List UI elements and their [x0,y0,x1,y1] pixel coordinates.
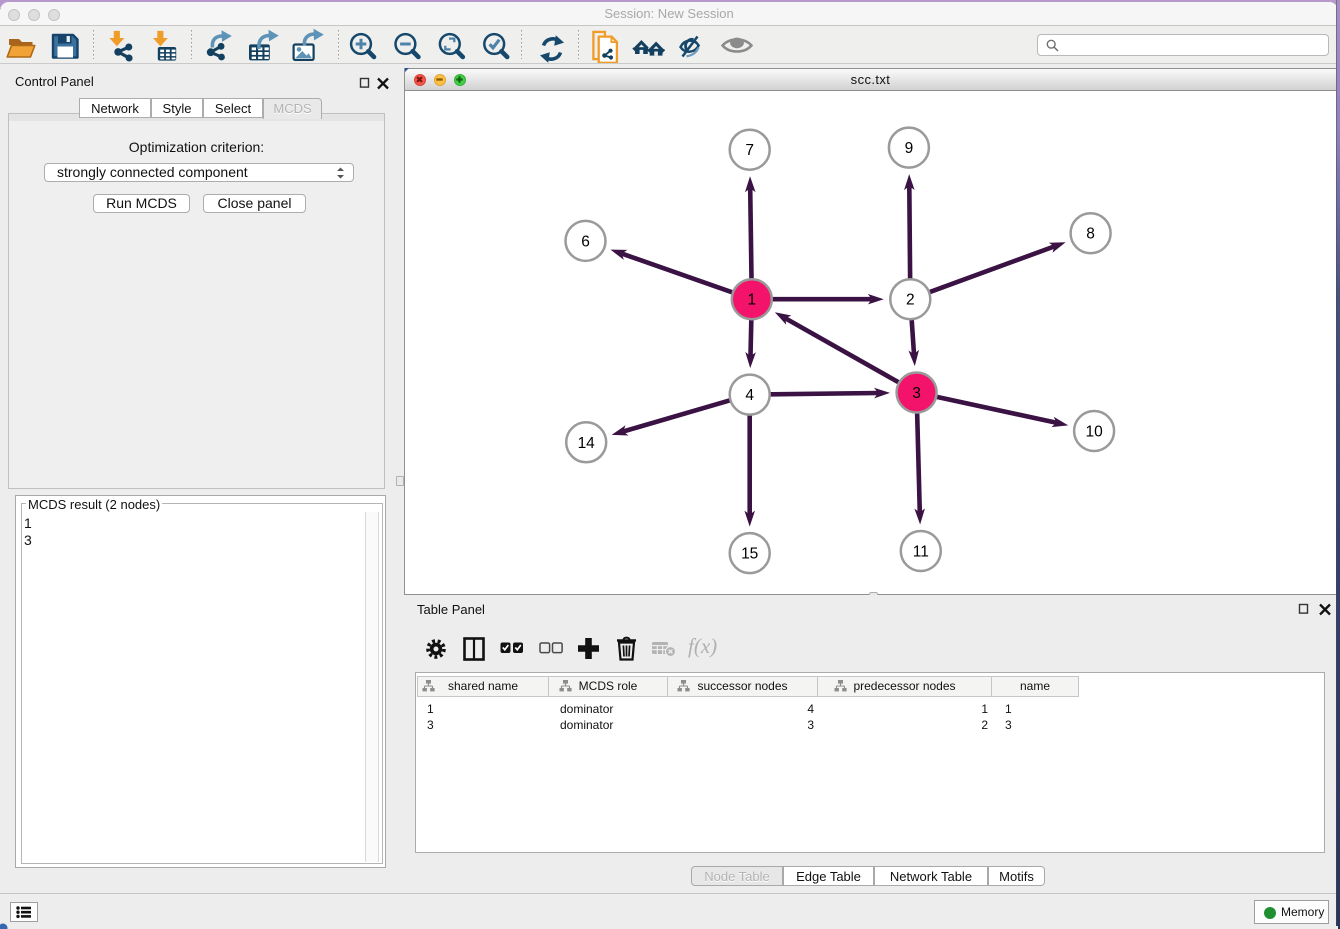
svg-text:8: 8 [1086,226,1095,243]
svg-text:4: 4 [745,387,754,404]
svg-text:6: 6 [581,233,590,250]
svg-text:15: 15 [741,546,758,563]
svg-text:9: 9 [905,140,914,157]
svg-text:11: 11 [913,544,929,561]
svg-text:3: 3 [912,385,921,402]
svg-text:7: 7 [745,142,754,159]
svg-text:1: 1 [747,292,756,309]
svg-text:10: 10 [1085,424,1103,441]
svg-text:14: 14 [578,435,596,452]
svg-text:2: 2 [906,292,915,309]
